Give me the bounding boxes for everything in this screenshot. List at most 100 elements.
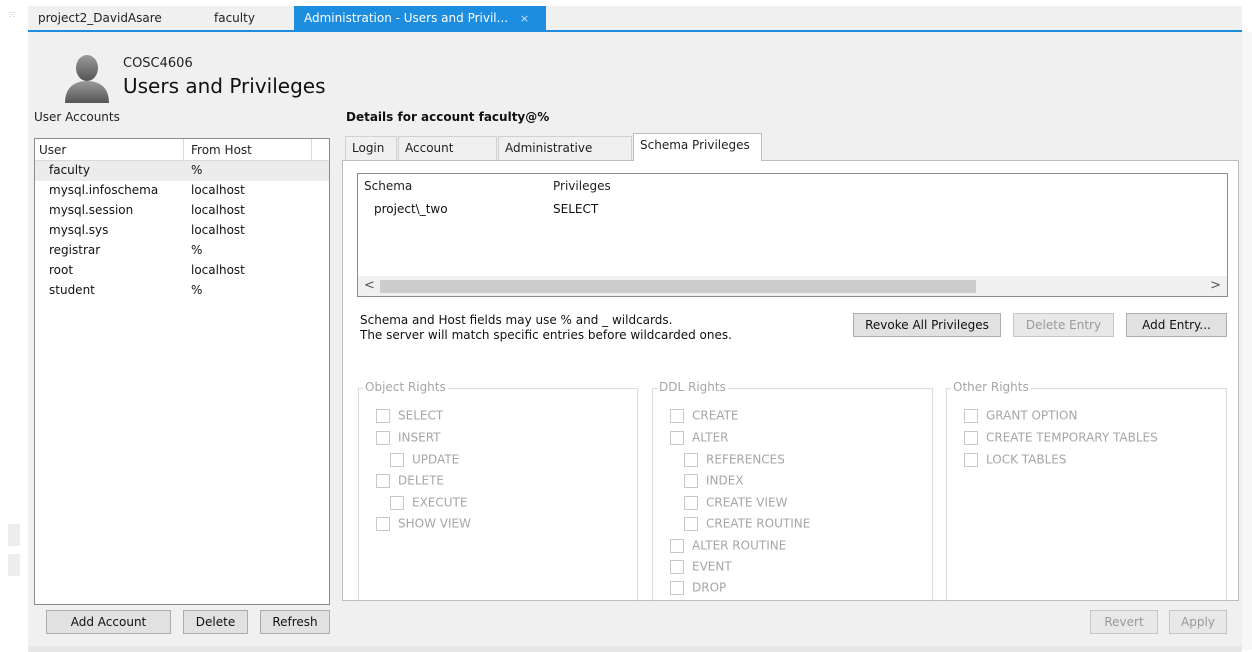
checkbox-box[interactable] bbox=[964, 452, 978, 467]
checkbox-grant-option[interactable]: GRANT OPTION bbox=[964, 408, 1077, 424]
revert-button[interactable]: Revert bbox=[1090, 610, 1158, 634]
scrollbar-thumb[interactable] bbox=[380, 280, 976, 293]
user-host: % bbox=[191, 163, 203, 177]
tab-faculty[interactable]: faculty bbox=[204, 6, 265, 30]
other-rights-title: Other Rights bbox=[951, 380, 1031, 394]
checkbox-create-routine[interactable]: CREATE ROUTINE bbox=[684, 516, 810, 532]
gutter-marker bbox=[8, 524, 20, 546]
scroll-left-icon[interactable]: < bbox=[364, 278, 375, 293]
checkbox-select[interactable]: SELECT bbox=[376, 408, 443, 424]
close-icon[interactable]: × bbox=[520, 12, 529, 25]
apply-button[interactable]: Apply bbox=[1169, 610, 1227, 634]
horizontal-scrollbar[interactable]: < > bbox=[358, 276, 1227, 296]
table-row[interactable]: student % bbox=[35, 281, 329, 301]
checkbox-box[interactable] bbox=[376, 430, 390, 445]
user-host: localhost bbox=[191, 203, 245, 217]
scroll-right-icon[interactable]: > bbox=[1210, 278, 1221, 293]
account-details-heading: Details for account faculty@% bbox=[346, 110, 550, 124]
table-row[interactable]: mysql.infoschema localhost bbox=[35, 181, 329, 201]
tab-account-limits[interactable]: Account Limits bbox=[398, 136, 497, 177]
revoke-all-privileges-button[interactable]: Revoke All Privileges bbox=[853, 313, 1001, 337]
checkbox-box[interactable] bbox=[964, 408, 978, 423]
checkbox-box[interactable] bbox=[684, 473, 698, 488]
checkbox-box[interactable] bbox=[376, 516, 390, 531]
table-row[interactable]: root localhost bbox=[35, 261, 329, 281]
table-row[interactable]: faculty % bbox=[35, 161, 329, 181]
schema-privileges-list[interactable]: Schema Privileges project\_two SELECT < … bbox=[357, 173, 1228, 297]
bottom-border bbox=[28, 646, 1242, 652]
gutter-marker bbox=[8, 554, 20, 576]
table-row[interactable]: registrar % bbox=[35, 241, 329, 261]
column-header-schema[interactable]: Schema bbox=[364, 179, 412, 193]
checkbox-box[interactable] bbox=[964, 430, 978, 445]
checkbox-execute[interactable]: EXECUTE bbox=[390, 495, 467, 511]
checkbox-delete[interactable]: DELETE bbox=[376, 473, 444, 489]
checkbox-box[interactable] bbox=[390, 495, 404, 510]
checkbox-box[interactable] bbox=[376, 473, 390, 488]
user-name: root bbox=[49, 263, 74, 277]
user-accounts-list[interactable]: User From Host faculty % mysql.infoschem… bbox=[34, 138, 330, 605]
checkbox-box[interactable] bbox=[684, 452, 698, 467]
refresh-button[interactable]: Refresh bbox=[260, 610, 330, 634]
checkbox-drop[interactable]: DROP bbox=[670, 580, 726, 596]
delete-account-button[interactable]: Delete bbox=[183, 610, 248, 634]
checkbox-box[interactable] bbox=[376, 408, 390, 423]
wildcard-hint: Schema and Host fields may use % and _ w… bbox=[360, 313, 673, 327]
checkbox-box[interactable] bbox=[684, 495, 698, 510]
checkbox-show-view[interactable]: SHOW VIEW bbox=[376, 516, 471, 532]
checkbox-box[interactable] bbox=[390, 452, 404, 467]
tab-administration-users-privileges[interactable]: Administration - Users and Privil... × bbox=[294, 6, 546, 30]
left-gutter bbox=[0, 37, 28, 652]
list-header: User From Host bbox=[35, 139, 329, 161]
right-gutter bbox=[1242, 32, 1252, 650]
checkbox-event[interactable]: EVENT bbox=[670, 559, 732, 575]
page-title: Users and Privileges bbox=[123, 74, 326, 98]
checkbox-create-temporary-tables[interactable]: CREATE TEMPORARY TABLES bbox=[964, 430, 1158, 446]
user-name: mysql.infoschema bbox=[49, 183, 159, 197]
tab-administrative-roles[interactable]: Administrative Roles bbox=[498, 136, 632, 177]
checkbox-insert[interactable]: INSERT bbox=[376, 430, 441, 446]
checkbox-create[interactable]: CREATE bbox=[670, 408, 739, 424]
checkbox-box[interactable] bbox=[670, 580, 684, 595]
match-hint: The server will match specific entries b… bbox=[360, 328, 732, 342]
checkbox-alter[interactable]: ALTER bbox=[670, 430, 729, 446]
add-entry-button[interactable]: Add Entry... bbox=[1126, 313, 1227, 337]
user-host: % bbox=[191, 283, 203, 297]
user-name: mysql.session bbox=[49, 203, 134, 217]
checkbox-index[interactable]: INDEX bbox=[684, 473, 744, 489]
object-rights-title: Object Rights bbox=[363, 380, 448, 394]
column-header-privileges[interactable]: Privileges bbox=[553, 179, 611, 193]
user-name: student bbox=[49, 283, 95, 297]
checkbox-box[interactable] bbox=[670, 559, 684, 574]
table-row[interactable]: mysql.session localhost bbox=[35, 201, 329, 221]
column-header-from-host[interactable]: From Host bbox=[191, 143, 252, 157]
schema-name[interactable]: project\_two bbox=[374, 202, 448, 216]
checkbox-box[interactable] bbox=[670, 538, 684, 553]
checkbox-create-view[interactable]: CREATE VIEW bbox=[684, 495, 788, 511]
user-host: localhost bbox=[191, 223, 245, 237]
document-tab-strip: project2_DavidAsare faculty Administrati… bbox=[28, 6, 1242, 32]
table-row[interactable]: mysql.sys localhost bbox=[35, 221, 329, 241]
column-divider bbox=[183, 139, 184, 161]
column-divider bbox=[311, 139, 312, 161]
user-accounts-label: User Accounts bbox=[34, 110, 120, 124]
tab-schema-privileges[interactable]: Schema Privileges bbox=[633, 133, 762, 161]
schema-privileges[interactable]: SELECT bbox=[553, 202, 598, 216]
checkbox-references[interactable]: REFERENCES bbox=[684, 452, 785, 468]
user-silhouette-icon bbox=[65, 55, 109, 103]
tab-project2-davidasare[interactable]: project2_DavidAsare bbox=[28, 6, 172, 30]
checkbox-lock-tables[interactable]: LOCK TABLES bbox=[964, 452, 1067, 468]
checkbox-box[interactable] bbox=[670, 408, 684, 423]
add-account-button[interactable]: Add Account bbox=[46, 610, 171, 634]
user-host: localhost bbox=[191, 263, 245, 277]
checkbox-box[interactable] bbox=[684, 516, 698, 531]
column-header-user[interactable]: User bbox=[39, 143, 66, 157]
user-host: localhost bbox=[191, 183, 245, 197]
checkbox-alter-routine[interactable]: ALTER ROUTINE bbox=[670, 538, 786, 554]
checkbox-box[interactable] bbox=[670, 430, 684, 445]
user-host: % bbox=[191, 243, 203, 257]
user-name: registrar bbox=[49, 243, 101, 257]
delete-entry-button[interactable]: Delete Entry bbox=[1013, 313, 1114, 337]
tab-login[interactable]: Login bbox=[345, 136, 397, 160]
checkbox-update[interactable]: UPDATE bbox=[390, 452, 459, 468]
